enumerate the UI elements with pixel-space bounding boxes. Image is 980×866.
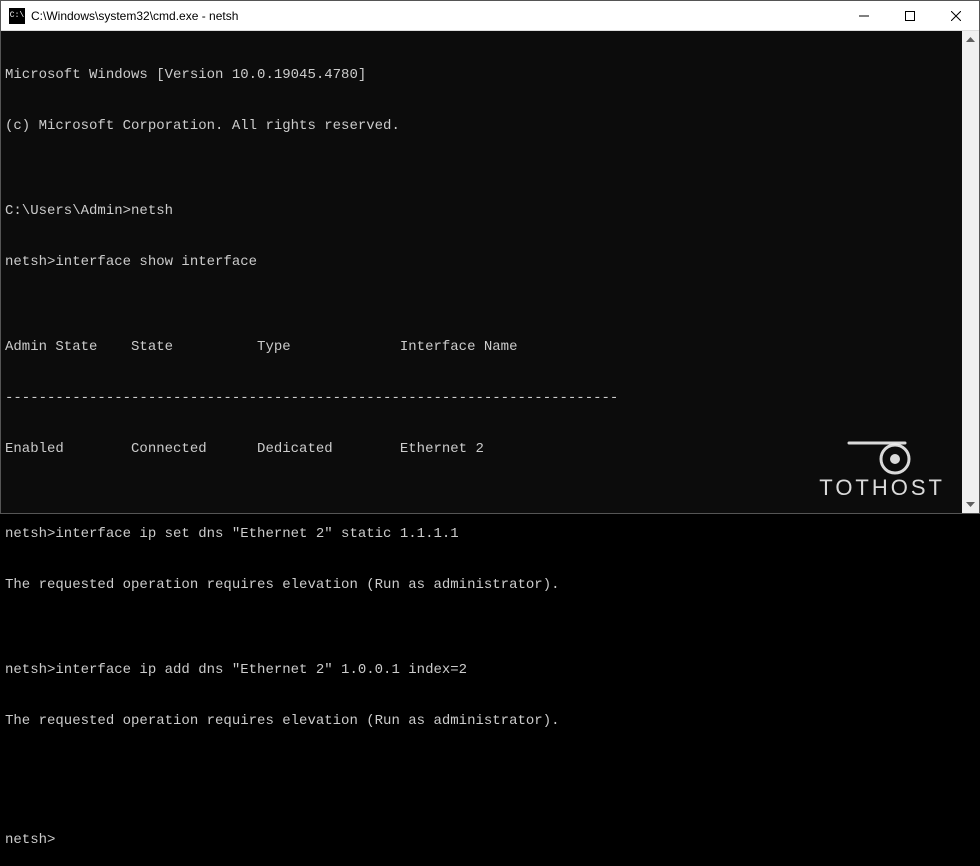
scroll-up-icon[interactable] <box>962 31 979 48</box>
window-title: C:\Windows\system32\cmd.exe - netsh <box>31 9 841 23</box>
scrollbar[interactable] <box>962 31 979 513</box>
close-button[interactable] <box>933 1 979 30</box>
scroll-down-icon[interactable] <box>962 496 979 513</box>
table-header: Admin State State Type Interface Name <box>5 339 979 356</box>
minimize-button[interactable] <box>841 1 887 30</box>
output-line: Microsoft Windows [Version 10.0.19045.47… <box>5 67 979 84</box>
titlebar: C:\ C:\Windows\system32\cmd.exe - netsh <box>1 1 979 31</box>
maximize-button[interactable] <box>887 1 933 30</box>
output-line: (c) Microsoft Corporation. All rights re… <box>5 118 979 135</box>
prompt-line: netsh>interface ip set dns "Ethernet 2" … <box>5 526 979 543</box>
prompt-line: C:\Users\Admin>netsh <box>5 203 979 220</box>
window-controls <box>841 1 979 30</box>
prompt-line: netsh>interface ip add dns "Ethernet 2" … <box>5 662 979 679</box>
scrollbar-track[interactable] <box>962 48 979 496</box>
error-line: The requested operation requires elevati… <box>5 577 979 594</box>
watermark-logo: TOTHOST <box>819 439 945 501</box>
cmd-icon: C:\ <box>9 8 25 24</box>
prompt-line: netsh>interface show interface <box>5 254 979 271</box>
error-line: The requested operation requires elevati… <box>5 713 979 730</box>
table-divider: ----------------------------------------… <box>5 390 979 407</box>
prompt-line: netsh> <box>5 832 979 849</box>
watermark-text: TOTHOST <box>819 475 945 501</box>
